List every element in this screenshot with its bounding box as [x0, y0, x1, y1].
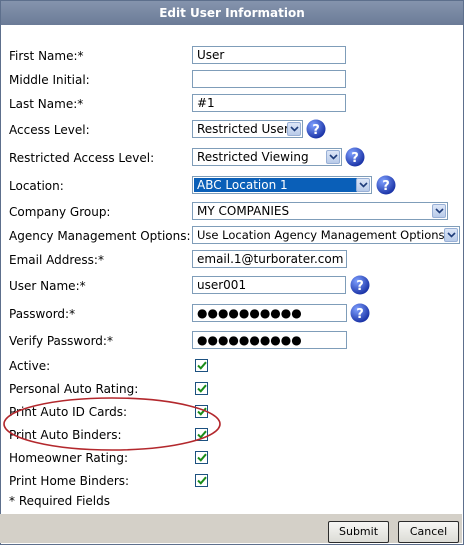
access-level-value: Restricted User [197, 122, 289, 136]
svg-text:?: ? [351, 151, 359, 166]
row-location: Location: ABC Location 1 ? [0, 175, 462, 197]
row-last-name: Last Name:* #1 [0, 93, 462, 115]
verify-password-label: Verify Password:* [9, 334, 113, 348]
first-name-input[interactable]: User [192, 46, 346, 64]
row-first-name: First Name:* User [0, 45, 462, 67]
restricted-access-level-value: Restricted Viewing [197, 150, 309, 164]
help-icon[interactable]: ? [350, 275, 370, 295]
chevron-down-icon[interactable] [432, 204, 446, 218]
chevron-down-icon[interactable] [356, 178, 370, 192]
agency-management-select[interactable]: Use Location Agency Management Options [192, 226, 460, 244]
row-agency-management: Agency Management Options: Use Location … [0, 225, 462, 247]
row-email: Email Address:* email.1@turborater.com [0, 249, 462, 271]
password-input[interactable]: ●●●●●●●●●● [192, 304, 347, 322]
middle-initial-input[interactable] [192, 70, 346, 88]
first-name-label: First Name:* [9, 49, 84, 63]
svg-text:?: ? [312, 123, 320, 138]
email-input[interactable]: email.1@turborater.com [192, 250, 347, 268]
help-icon[interactable]: ? [345, 147, 365, 167]
checkbox-label: Print Home Binders: [9, 474, 130, 488]
agency-management-label: Agency Management Options: [9, 229, 191, 243]
chevron-down-icon[interactable] [326, 150, 340, 164]
last-name-input[interactable]: #1 [192, 94, 346, 112]
company-group-value: MY COMPANIES [197, 204, 290, 218]
cancel-button[interactable]: Cancel [398, 521, 459, 543]
submit-button[interactable]: Submit [328, 521, 389, 543]
middle-initial-label: Middle Initial: [9, 73, 90, 87]
row-restricted-access-level: Restricted Access Level: Restricted View… [0, 147, 462, 169]
help-icon[interactable]: ? [306, 119, 326, 139]
last-name-label: Last Name:* [9, 97, 84, 111]
panel-title: Edit User Information [1, 1, 463, 25]
svg-text:?: ? [382, 179, 390, 194]
company-group-label: Company Group: [9, 205, 111, 219]
restricted-access-level-select[interactable]: Restricted Viewing [192, 148, 342, 166]
chevron-down-icon[interactable] [287, 122, 301, 136]
restricted-access-level-label: Restricted Access Level: [9, 151, 155, 165]
row-company-group: Company Group: MY COMPANIES [0, 201, 462, 223]
active-checkbox[interactable] [195, 359, 208, 372]
row-print-home-binders: Print Home Binders: [0, 470, 462, 492]
location-select[interactable]: ABC Location 1 [192, 176, 372, 194]
company-group-select[interactable]: MY COMPANIES [192, 202, 448, 220]
email-label: Email Address:* [9, 253, 104, 267]
highlight-ellipse [3, 397, 221, 451]
button-footer [0, 514, 462, 543]
row-user-name: User Name:* user001 ? [0, 275, 462, 297]
required-fields-note: * Required Fields [9, 494, 110, 508]
password-label: Password:* [9, 307, 76, 321]
checkbox-label: Active: [9, 359, 51, 373]
homeowner-rating-checkbox[interactable] [195, 451, 208, 464]
svg-text:?: ? [356, 279, 364, 294]
row-verify-password: Verify Password:* ●●●●●●●●●● [0, 330, 462, 352]
agency-management-value: Use Location Agency Management Options [197, 228, 445, 242]
chevron-down-icon[interactable] [444, 228, 458, 242]
row-middle-initial: Middle Initial: [0, 69, 462, 91]
access-level-select[interactable]: Restricted User [192, 120, 303, 138]
row-password: Password:* ●●●●●●●●●● ? [0, 303, 462, 325]
personal-auto-rating-checkbox[interactable] [195, 382, 208, 395]
location-value: ABC Location 1 [194, 178, 357, 192]
row-active: Active: [0, 355, 462, 377]
row-access-level: Access Level: Restricted User ? [0, 119, 462, 141]
location-label: Location: [9, 179, 64, 193]
user-name-label: User Name:* [9, 279, 86, 293]
print-home-binders-checkbox[interactable] [195, 474, 208, 487]
svg-text:?: ? [356, 307, 364, 322]
help-icon[interactable]: ? [376, 175, 396, 195]
verify-password-input[interactable]: ●●●●●●●●●● [192, 331, 347, 349]
access-level-label: Access Level: [9, 123, 90, 137]
help-icon[interactable]: ? [350, 303, 370, 323]
user-name-input[interactable]: user001 [192, 276, 346, 294]
